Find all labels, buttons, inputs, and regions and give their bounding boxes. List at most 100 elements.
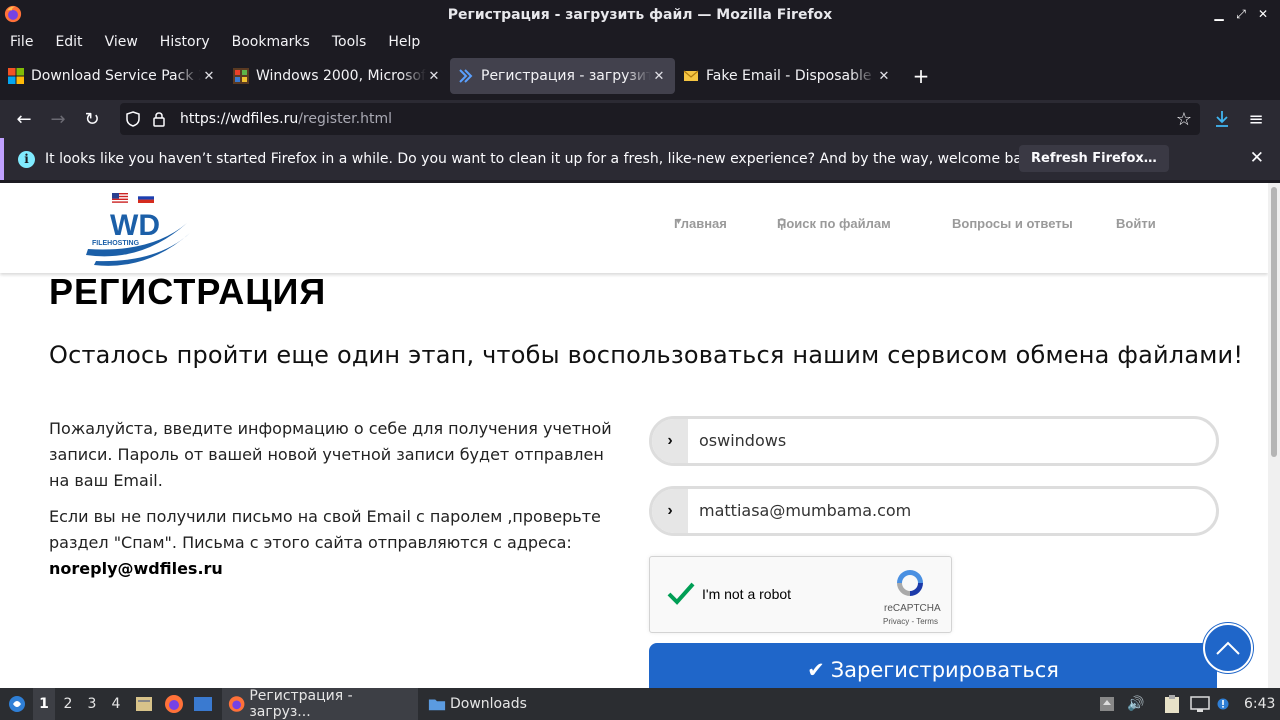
tray-clipboard[interactable] xyxy=(1163,688,1181,720)
file-manager-icon xyxy=(136,697,152,711)
forward-arrow-icon: → xyxy=(50,108,66,130)
menu-edit[interactable]: Edit xyxy=(55,34,82,50)
menu-file[interactable]: File xyxy=(10,34,33,50)
terminal-launcher[interactable] xyxy=(193,688,213,720)
email-field[interactable]: › mattiasa@mumbama.com xyxy=(649,486,1219,536)
volume-icon: 🔊 xyxy=(1127,696,1145,712)
task-downloads[interactable]: Downloads xyxy=(422,688,562,720)
recaptcha-links[interactable]: Privacy - Terms xyxy=(883,617,938,626)
restore-icon[interactable]: ⤢ xyxy=(1230,5,1252,23)
windows-logo-icon xyxy=(8,68,24,84)
spam-paragraph: Если вы не получили письмо на свой Email… xyxy=(49,504,614,582)
forward-button[interactable]: → xyxy=(41,102,75,136)
scrollbar-thumb[interactable] xyxy=(1271,187,1277,457)
firefox-icon xyxy=(165,695,183,713)
new-tab-button[interactable]: + xyxy=(906,61,936,91)
workspace-2[interactable]: 2 xyxy=(57,688,79,720)
chevron-right-icon: › xyxy=(652,489,688,533)
shield-icon[interactable] xyxy=(120,103,146,135)
tab-close-icon[interactable]: ✕ xyxy=(201,69,217,84)
menu-tools[interactable]: Tools xyxy=(332,34,367,50)
username-field[interactable]: › oswindows xyxy=(649,416,1219,466)
register-button[interactable]: ✔ Зарегистрироваться xyxy=(649,643,1217,688)
menu-help[interactable]: Help xyxy=(388,34,420,50)
refresh-firefox-button[interactable]: Refresh Firefox… xyxy=(1019,145,1169,172)
workspace-1[interactable]: 1 xyxy=(33,688,55,720)
envelope-icon xyxy=(683,70,699,81)
wdfiles-favicon xyxy=(459,69,473,83)
tab-label: Fake Email - Disposable Temporary xyxy=(706,68,876,84)
menu-bar: File Edit View History Bookmarks Tools H… xyxy=(0,29,1280,54)
bookmark-star-icon[interactable]: ☆ xyxy=(1176,109,1192,130)
recaptcha-widget: I'm not a robot reCAPTCHA Privacy - Term… xyxy=(649,556,952,633)
workspace-4[interactable]: 4 xyxy=(105,688,127,720)
navigation-bar: ← → ↻ https://wdfiles.ru/register.html ☆… xyxy=(0,100,1280,138)
menu-history[interactable]: History xyxy=(160,34,210,50)
menu-view[interactable]: View xyxy=(105,34,138,50)
notification-message: It looks like you haven’t started Firefo… xyxy=(45,151,1044,167)
close-icon[interactable]: ✕ xyxy=(1250,148,1264,168)
scroll-to-top-button[interactable] xyxy=(1203,623,1253,673)
recaptcha-brand: reCAPTCHA xyxy=(884,603,941,614)
reload-icon: ↻ xyxy=(84,108,100,130)
page-subtitle: Осталось пройти еще один этап, чтобы вос… xyxy=(49,341,1244,369)
tray-volume[interactable]: 🔊 xyxy=(1127,688,1144,720)
task-firefox[interactable]: Регистрация - загруз... xyxy=(222,688,418,720)
network-icon xyxy=(1190,696,1210,712)
files-launcher[interactable] xyxy=(134,688,154,720)
firefox-launcher[interactable] xyxy=(164,688,184,720)
workspace-3[interactable]: 3 xyxy=(81,688,103,720)
spam-text: Если вы не получили письмо на свой Email… xyxy=(49,507,601,552)
register-label: Зарегистрироваться xyxy=(830,658,1059,682)
firefox-icon xyxy=(228,696,245,712)
page-scrollbar[interactable] xyxy=(1268,183,1280,688)
tab-service-pack[interactable]: Download Service Pack 2 for Windows ✕ xyxy=(0,58,225,94)
reload-button[interactable]: ↻ xyxy=(75,102,109,136)
search-icon: ⚲ xyxy=(777,216,787,231)
tray-network[interactable] xyxy=(1190,688,1210,720)
checkmark-icon[interactable] xyxy=(666,579,696,609)
lock-icon[interactable] xyxy=(146,103,172,135)
tab-windows2000[interactable]: Windows 2000, Microsoft Windows ✕ xyxy=(225,58,450,94)
nav-faq[interactable]: Вопросы и ответы xyxy=(952,216,1073,231)
eject-icon xyxy=(1100,697,1114,711)
tab-label: Регистрация - загрузить файл xyxy=(481,68,651,84)
email-value[interactable]: mattiasa@mumbama.com xyxy=(699,501,911,520)
url-text[interactable]: https://wdfiles.ru/register.html xyxy=(180,111,392,127)
captcha-label[interactable]: I'm not a robot xyxy=(702,586,791,602)
tab-strip: Download Service Pack 2 for Windows ✕ Wi… xyxy=(0,56,1280,96)
tray-eject[interactable] xyxy=(1098,688,1116,720)
info-icon: i xyxy=(18,150,35,168)
tab-registration[interactable]: Регистрация - загрузить файл ✕ xyxy=(450,58,675,94)
clock[interactable]: 6:43 xyxy=(1244,688,1275,720)
window-title: Регистрация - загрузить файл — Mozilla F… xyxy=(447,6,833,23)
menu-bookmarks[interactable]: Bookmarks xyxy=(232,34,310,50)
tab-label: Download Service Pack 2 for Windows xyxy=(31,68,201,84)
start-menu-icon xyxy=(9,696,25,712)
task-label: Downloads xyxy=(450,696,527,712)
nav-search-label: Поиск по файлам xyxy=(777,216,891,231)
chevron-up-icon xyxy=(1216,641,1240,655)
minimize-icon[interactable]: ▁ xyxy=(1208,5,1230,23)
app-menu-button[interactable]: ≡ xyxy=(1239,102,1273,136)
back-button[interactable]: ← xyxy=(7,102,41,136)
username-value[interactable]: oswindows xyxy=(699,431,786,450)
logo-text: WD xyxy=(110,209,160,242)
instructions-paragraph: Пожалуйста, введите информацию о себе дл… xyxy=(49,419,612,490)
start-menu-button[interactable] xyxy=(4,688,30,720)
download-icon xyxy=(1216,111,1228,127)
tab-close-icon[interactable]: ✕ xyxy=(876,69,892,84)
tab-close-icon[interactable]: ✕ xyxy=(426,69,442,84)
wdfiles-logo[interactable]: WD FILEHOSTING xyxy=(82,191,192,271)
downloads-button[interactable] xyxy=(1205,102,1239,136)
tab-close-icon[interactable]: ✕ xyxy=(651,69,667,84)
tray-notification[interactable] xyxy=(1217,688,1229,720)
url-bar[interactable]: https://wdfiles.ru/register.html ☆ xyxy=(120,103,1200,135)
site-header: WD FILEHOSTING Главная ▼ Поиск по файлам… xyxy=(0,183,1268,273)
windows2000-icon xyxy=(233,68,249,84)
nav-login-label: Войти xyxy=(1116,216,1156,231)
clipboard-icon xyxy=(1165,695,1179,713)
firefox-icon xyxy=(4,5,22,23)
tab-fake-email[interactable]: Fake Email - Disposable Temporary ✕ xyxy=(675,58,900,94)
close-icon[interactable]: ✕ xyxy=(1252,5,1274,23)
